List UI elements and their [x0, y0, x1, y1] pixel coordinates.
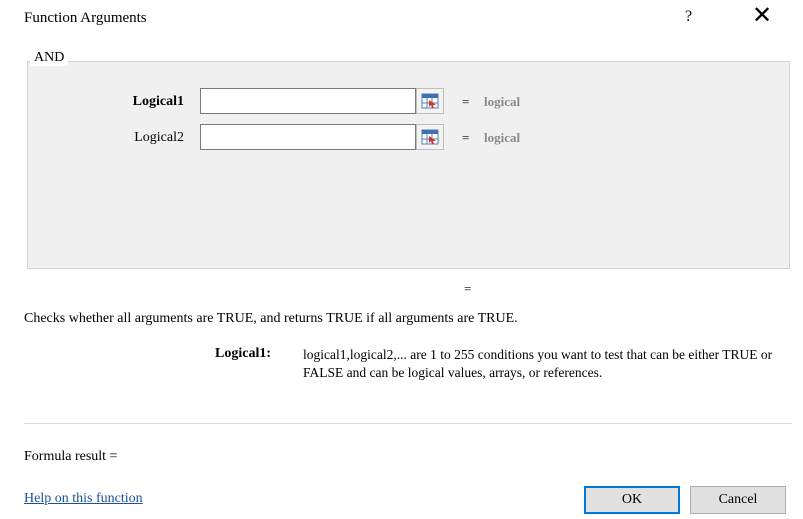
- help-button[interactable]: ?: [685, 8, 692, 26]
- arg-label-logical1: Logical1: [132, 94, 184, 109]
- arg-label-logical2: Logical2: [134, 130, 184, 145]
- arg-input-logical1[interactable]: [200, 88, 416, 114]
- arg-result-logical2: logical: [484, 130, 521, 145]
- arg-input-logical2[interactable]: [200, 124, 416, 150]
- function-description: Checks whether all arguments are TRUE, a…: [24, 311, 518, 326]
- formula-result: Formula result =: [24, 449, 118, 464]
- function-result-eq: =: [464, 281, 472, 296]
- dialog-title: Function Arguments: [24, 10, 147, 26]
- cancel-button[interactable]: Cancel: [690, 486, 786, 514]
- ok-button[interactable]: OK: [584, 486, 680, 514]
- arg-eq-logical1: =: [462, 94, 470, 109]
- function-name: AND: [30, 50, 69, 66]
- help-link[interactable]: Help on this function: [24, 491, 143, 507]
- argument-help-text: logical1,logical2,... are 1 to 255 condi…: [303, 347, 773, 380]
- ref-button-logical2[interactable]: [416, 124, 444, 150]
- range-select-icon: [421, 93, 439, 109]
- separator: [24, 423, 792, 424]
- argument-help-label: Logical1:: [215, 346, 271, 361]
- close-button[interactable]: ✕: [752, 2, 772, 30]
- arg-result-logical1: logical: [484, 94, 521, 109]
- range-select-icon: [421, 129, 439, 145]
- arg-eq-logical2: =: [462, 130, 470, 145]
- ref-button-logical1[interactable]: [416, 88, 444, 114]
